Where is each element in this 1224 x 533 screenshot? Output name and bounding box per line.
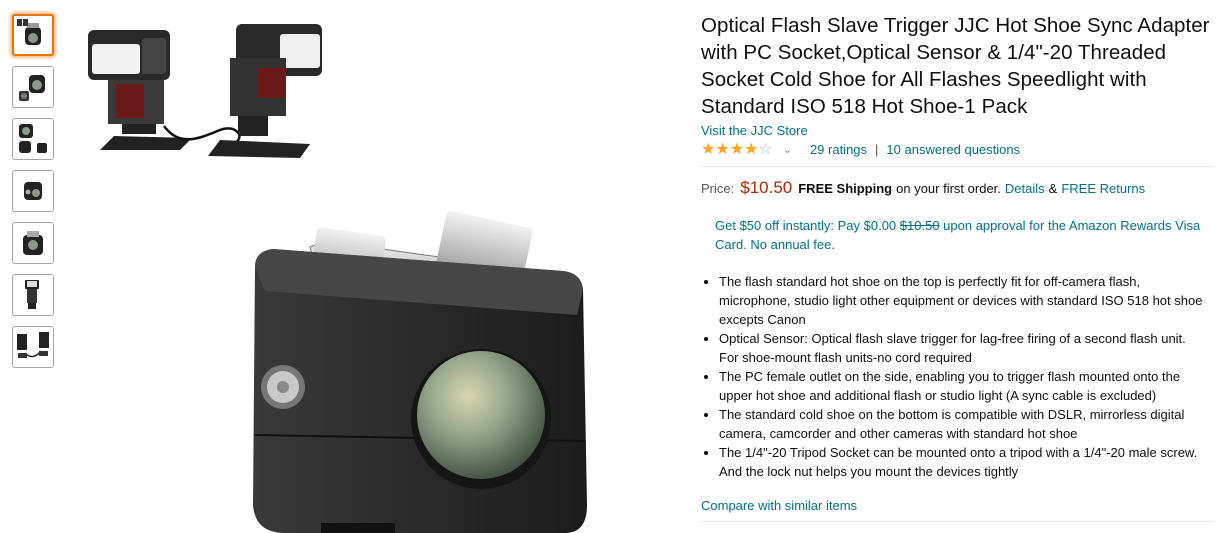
details-link[interactable]: Details [1005,178,1045,200]
divider [701,166,1214,167]
thumbnail-flash-pair[interactable] [12,14,54,56]
ratings-count-link[interactable]: 29 ratings [810,140,867,160]
store-link[interactable]: Visit the JJC Store [701,122,808,140]
product-details: Optical Flash Slave Trigger JJC Hot Shoe… [701,12,1216,522]
thumbnail-adapter-front[interactable] [12,66,54,108]
flash-pair-thumbnail-icon [17,19,41,45]
main-product-image [253,211,587,533]
rating-row: ★ ★ ★ ★ ☆ ⌄ 29 ratings | 10 answered que… [701,140,1216,160]
flash-pair-cable-thumbnail-icon [17,332,49,358]
price-amount: $10.50 [740,178,793,197]
feature-bullet: Optical Sensor: Optical flash slave trig… [719,329,1206,367]
adapter-front-thumbnail-icon [19,75,45,101]
feature-bullet: The standard cold shoe on the bottom is … [719,405,1206,443]
divider [701,521,1214,522]
adapter-set-thumbnail-icon [19,124,47,153]
adapter-top-thumbnail-icon [23,231,43,255]
free-shipping-label: FREE Shipping [798,181,893,196]
chevron-down-icon[interactable]: ⌄ [783,140,792,160]
feature-bullet: The PC female outlet on the side, enabli… [719,367,1206,405]
feature-bullet: The 1/4"-20 Tripod Socket can be mounted… [719,443,1206,481]
thumbnail-adapter-top[interactable] [12,222,54,264]
price-row: Price: $10.50 FREE Shipping on your firs… [701,177,1216,200]
promo-struck-price: $10.50 [899,218,940,233]
flash-pair-lifestyle-image [88,24,322,158]
promo-prefix: Get $50 off instantly: Pay $0.00 [715,218,897,233]
star-full-icon: ★ [701,141,716,158]
adapter-side-thumbnail-icon [24,182,42,200]
star-half-icon: ★ [744,141,759,158]
thumbnail-flash-pair-cable[interactable] [12,326,54,368]
star-full-icon: ★ [729,141,745,158]
ampersand: & [1048,181,1058,196]
answered-questions-link[interactable]: 10 answered questions [886,140,1020,160]
feature-bullet: The flash standard hot shoe on the top i… [719,272,1206,329]
free-returns-link[interactable]: FREE Returns [1061,178,1145,200]
star-rating[interactable]: ★ ★ ★ ★ ☆ [701,142,773,158]
feature-bullets: The flash standard hot shoe on the top i… [701,272,1206,481]
thumbnail-flash-mounted[interactable] [12,274,54,316]
rewards-card-promo[interactable]: Get $50 off instantly: Pay $0.00 $10.50 … [701,216,1201,254]
shipping-suffix: on your first order. [896,181,1001,196]
compare-similar-link[interactable]: Compare with similar items [701,497,857,515]
star-full-icon: ★ [715,141,730,158]
flash-mounted-thumbnail-icon [25,280,39,309]
thumbnail-adapter-set[interactable] [12,118,54,160]
separator: | [875,142,879,157]
thumbnail-strip [12,14,56,378]
star-empty-icon: ☆ [758,141,773,158]
price-label: Price: [701,181,735,196]
product-title: Optical Flash Slave Trigger JJC Hot Shoe… [701,14,1210,118]
thumbnail-adapter-side[interactable] [12,170,54,212]
